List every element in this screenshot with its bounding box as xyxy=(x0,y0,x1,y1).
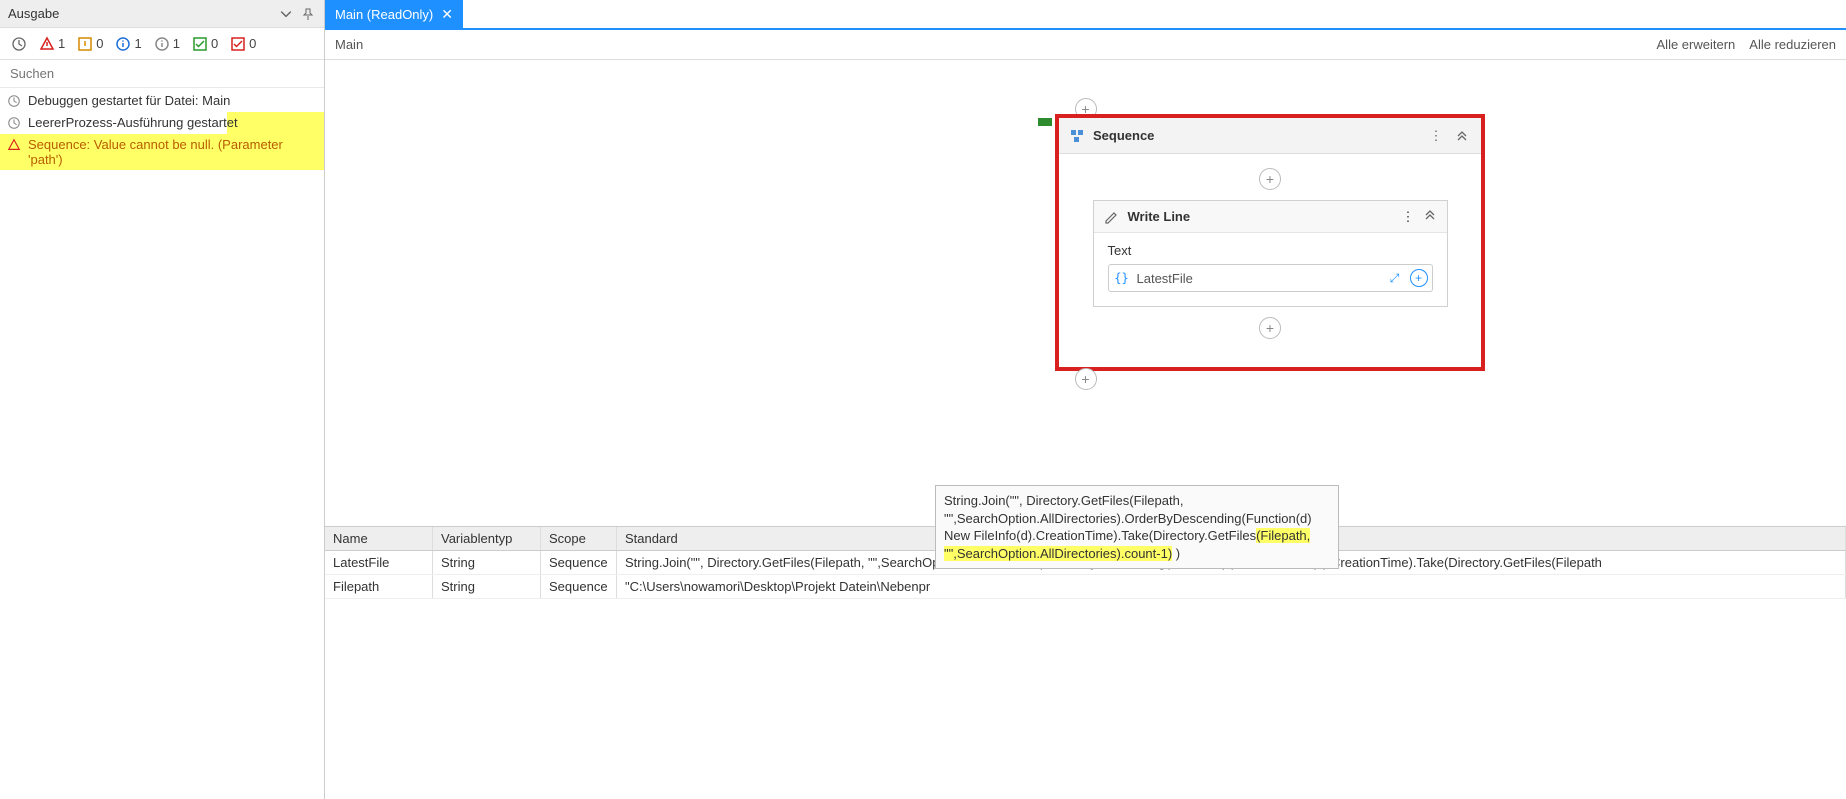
writeline-activity[interactable]: Write Line ⋮ Text {} LatestFile xyxy=(1093,200,1448,307)
expand-all-link[interactable]: Alle erweitern xyxy=(1657,37,1736,52)
error-triangle-icon xyxy=(39,36,55,52)
filter-warning-count: 0 xyxy=(96,36,103,51)
collapse-all-link[interactable]: Alle reduzieren xyxy=(1749,37,1836,52)
col-type[interactable]: Variablentyp xyxy=(433,527,541,550)
writeline-icon xyxy=(1104,209,1120,225)
tooltip-hl1: (Filepath, xyxy=(1256,528,1310,543)
var-scope[interactable]: Sequence xyxy=(541,551,617,574)
collapse-icon[interactable] xyxy=(1423,208,1437,225)
tab-main[interactable]: Main (ReadOnly) ✕ xyxy=(325,0,463,28)
clock-icon xyxy=(6,115,22,131)
log-text: Sequence: Value cannot be null. (Paramet… xyxy=(28,137,318,167)
col-name[interactable]: Name xyxy=(325,527,433,550)
output-panel-titlebar: Ausgabe xyxy=(0,0,324,28)
more-options-icon[interactable]: ⋮ xyxy=(1402,209,1415,225)
log-row[interactable]: Sequence: Value cannot be null. (Paramet… xyxy=(0,134,324,170)
log-text: LeererProzess-Ausführung gestartet xyxy=(28,115,318,130)
filter-error[interactable]: 1 xyxy=(34,33,70,55)
filter-ok-red[interactable]: 0 xyxy=(225,33,261,55)
tab-bar: Main (ReadOnly) ✕ xyxy=(325,0,1846,30)
info-gray-icon xyxy=(154,36,170,52)
warning-square-icon xyxy=(77,36,93,52)
sequence-activity[interactable]: Sequence ⋮ + Write Line xyxy=(1055,114,1485,371)
expression-tooltip: String.Join("", Directory.GetFiles(Filep… xyxy=(935,485,1339,569)
tooltip-hl2: "",SearchOption.AllDirectories).count-1) xyxy=(944,546,1172,561)
breadcrumb-bar: Main Alle erweitern Alle reduzieren xyxy=(325,30,1846,60)
var-type[interactable]: String xyxy=(433,551,541,574)
breadcrumb[interactable]: Main xyxy=(335,37,363,52)
main-panel: Main (ReadOnly) ✕ Main Alle erweitern Al… xyxy=(325,0,1846,799)
workflow-designer[interactable]: + Sequence ⋮ + xyxy=(325,60,1846,526)
log-row[interactable]: LeererProzess-Ausführung gestartet xyxy=(0,112,324,134)
info-blue-icon xyxy=(115,36,131,52)
col-scope[interactable]: Scope xyxy=(541,527,617,550)
add-activity-bottom-button[interactable]: + xyxy=(1075,368,1097,390)
add-expression-icon[interactable]: + xyxy=(1410,269,1428,287)
var-type[interactable]: String xyxy=(433,575,541,598)
var-name[interactable]: LatestFile xyxy=(325,551,433,574)
error-triangle-icon xyxy=(6,137,22,153)
writeline-header[interactable]: Write Line ⋮ xyxy=(1094,201,1447,233)
log-row[interactable]: Debuggen gestartet für Datei: Main xyxy=(0,90,324,112)
output-search-row xyxy=(0,60,324,88)
check-green-icon xyxy=(192,36,208,52)
filter-warning[interactable]: 0 xyxy=(72,33,108,55)
writeline-text-label: Text xyxy=(1108,243,1433,258)
collapse-icon[interactable] xyxy=(1453,127,1471,145)
filter-info-gray[interactable]: 1 xyxy=(149,33,185,55)
add-activity-inner-top-button[interactable]: + xyxy=(1259,168,1281,190)
panel-dropdown-icon[interactable] xyxy=(278,6,294,22)
filter-ok-green-count: 0 xyxy=(211,36,218,51)
output-panel-title: Ausgabe xyxy=(8,6,59,21)
sequence-body: + Write Line ⋮ xyxy=(1059,154,1481,367)
var-name[interactable]: Filepath xyxy=(325,575,433,598)
expand-editor-icon[interactable]: ⤢ xyxy=(1386,269,1404,287)
filter-ok-green[interactable]: 0 xyxy=(187,33,223,55)
expression-icon: {} xyxy=(1113,271,1131,285)
filter-info-blue-count: 1 xyxy=(134,36,141,51)
writeline-body: Text {} LatestFile ⤢ + xyxy=(1094,233,1447,306)
sequence-icon xyxy=(1069,128,1085,144)
sequence-header[interactable]: Sequence ⋮ xyxy=(1059,118,1481,154)
output-filter-bar: 1 0 1 1 xyxy=(0,28,324,60)
filter-info-gray-count: 1 xyxy=(173,36,180,51)
output-panel: Ausgabe 1 xyxy=(0,0,325,799)
tooltip-post: ) xyxy=(1172,546,1180,561)
add-activity-inner-bottom-button[interactable]: + xyxy=(1259,317,1281,339)
writeline-text-input[interactable]: {} LatestFile ⤢ + xyxy=(1108,264,1433,292)
clock-icon xyxy=(11,36,27,52)
output-log-list: Debuggen gestartet für Datei: Main Leere… xyxy=(0,88,324,799)
filter-error-count: 1 xyxy=(58,36,65,51)
tab-close-icon[interactable]: ✕ xyxy=(441,6,453,23)
log-text: Debuggen gestartet für Datei: Main xyxy=(28,93,318,108)
panel-pin-icon[interactable] xyxy=(300,6,316,22)
more-options-icon[interactable]: ⋮ xyxy=(1427,127,1445,145)
tab-label: Main (ReadOnly) xyxy=(335,7,433,22)
writeline-title: Write Line xyxy=(1128,209,1191,224)
var-scope[interactable]: Sequence xyxy=(541,575,617,598)
output-search-input[interactable] xyxy=(0,60,324,87)
sequence-title: Sequence xyxy=(1093,128,1154,143)
clock-icon xyxy=(6,93,22,109)
filter-ok-red-count: 0 xyxy=(249,36,256,51)
writeline-text-value: LatestFile xyxy=(1137,271,1380,286)
filter-info-blue[interactable]: 1 xyxy=(110,33,146,55)
variable-row[interactable]: Filepath String Sequence "C:\Users\nowam… xyxy=(325,575,1846,599)
breakpoint-marker[interactable] xyxy=(1038,118,1052,126)
check-red-icon xyxy=(230,36,246,52)
filter-clock[interactable] xyxy=(6,33,32,55)
var-default[interactable]: "C:\Users\nowamori\Desktop\Projekt Datei… xyxy=(617,575,1846,598)
